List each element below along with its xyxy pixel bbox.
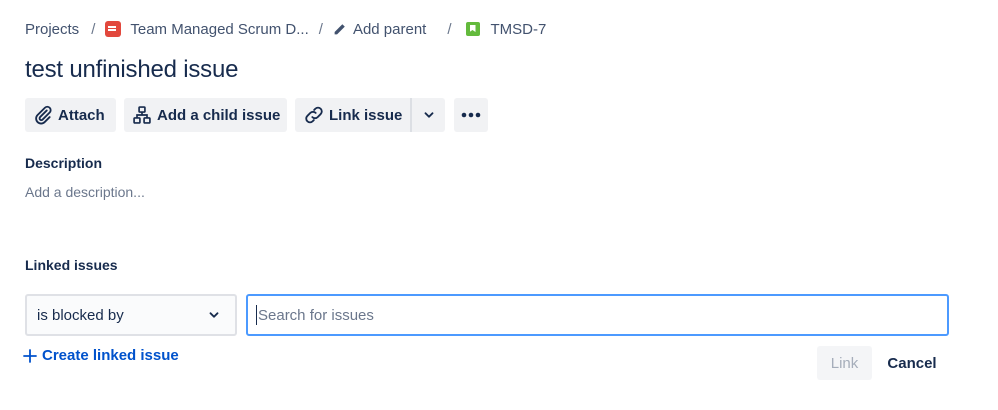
link-issue-button[interactable]: Link issue <box>295 98 410 132</box>
create-linked-issue-label: Create linked issue <box>42 347 179 364</box>
breadcrumb-add-parent-label: Add parent <box>352 20 427 38</box>
issue-search-input[interactable] <box>258 306 937 324</box>
description-heading: Description <box>25 155 103 171</box>
breadcrumb-project[interactable]: Team Managed Scrum D... <box>105 20 309 38</box>
breadcrumb-separator: / <box>447 20 452 38</box>
create-linked-issue-link[interactable]: Create linked issue <box>23 347 179 364</box>
story-icon <box>465 22 480 36</box>
text-cursor <box>256 305 257 325</box>
breadcrumb-add-parent[interactable]: Add parent <box>333 21 426 38</box>
plus-icon <box>23 348 37 363</box>
breadcrumb: Projects / Team Managed Scrum D... / Add… <box>25 19 546 39</box>
attach-button[interactable]: Attach <box>25 98 116 132</box>
attach-label: Attach <box>58 106 105 124</box>
breadcrumb-separator: / <box>318 20 323 38</box>
linked-issues-heading: Linked issues <box>25 257 118 273</box>
chevron-down-icon <box>424 112 433 118</box>
child-issue-icon <box>133 106 151 124</box>
link-icon <box>305 106 323 124</box>
add-child-issue-button[interactable]: Add a child issue <box>124 98 287 132</box>
breadcrumb-separator: / <box>91 20 96 38</box>
pencil-icon <box>334 23 345 34</box>
link-type-select[interactable]: is blocked by <box>25 294 237 336</box>
issue-title[interactable]: test unfinished issue <box>25 56 238 84</box>
chevron-down-icon <box>209 312 219 318</box>
breadcrumb-issue-key-label: TMSD-7 <box>490 20 547 38</box>
link-issue-label: Link issue <box>329 106 403 124</box>
more-icon <box>461 112 481 118</box>
breadcrumb-projects[interactable]: Projects <box>25 21 79 38</box>
breadcrumb-issue-key[interactable]: TMSD-7 <box>465 20 547 38</box>
issue-search-field[interactable] <box>246 294 949 336</box>
link-issue-dropdown-button[interactable] <box>412 98 445 132</box>
breadcrumb-project-label: Team Managed Scrum D... <box>130 20 309 38</box>
link-button[interactable]: Link <box>817 346 872 380</box>
link-type-value: is blocked by <box>37 306 124 324</box>
more-actions-button[interactable] <box>454 98 488 132</box>
project-avatar-icon <box>105 21 122 37</box>
paperclip-icon <box>35 105 52 125</box>
add-child-issue-label: Add a child issue <box>157 106 281 124</box>
cancel-button[interactable]: Cancel <box>880 346 944 380</box>
description-field[interactable]: Add a description... <box>25 184 145 200</box>
